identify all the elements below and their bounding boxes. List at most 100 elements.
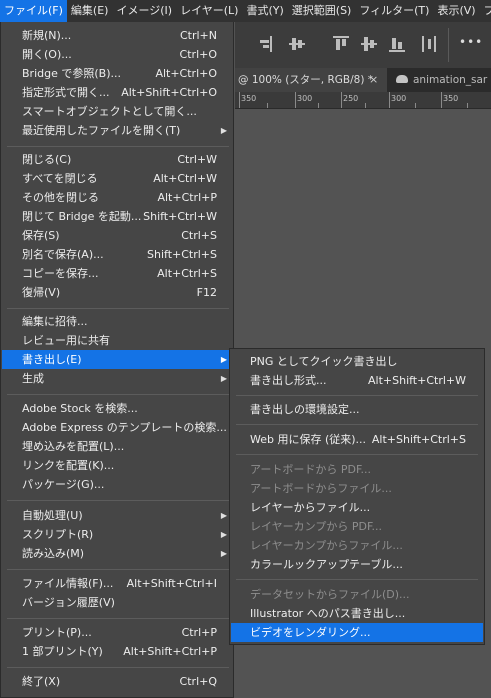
menu-plugins[interactable]: プラ: [480, 0, 491, 22]
menu-item-save-copy[interactable]: コピーを保存... Alt+Ctrl+S: [2, 264, 233, 283]
submenu-item-shortcut: Alt+Shift+Ctrl+W: [368, 374, 466, 387]
menu-item-open-smart-object[interactable]: スマートオブジェクトとして開く...: [2, 102, 233, 121]
submenu-item-label: PNG としてクイック書き出し: [250, 355, 398, 368]
menu-view[interactable]: 表示(V): [433, 0, 479, 22]
submenu-item-artboards-to-pdf: アートボードから PDF...: [231, 460, 483, 479]
document-tab-animation[interactable]: animation_sar: [391, 68, 491, 92]
menu-item-exit[interactable]: 終了(X) Ctrl+Q: [2, 672, 233, 691]
ruler-tick: [341, 92, 342, 108]
menu-item-file-info[interactable]: ファイル情報(F)... Alt+Shift+Ctrl+I: [2, 574, 233, 593]
ruler-tick: [239, 92, 240, 108]
distribute-center-icon[interactable]: [361, 36, 377, 52]
menu-item-label: ファイル情報(F)...: [22, 577, 114, 590]
submenu-item-label: レイヤーカンプから PDF...: [250, 520, 382, 533]
menu-item-label: レビュー用に共有: [22, 334, 110, 347]
options-bar: •••: [235, 22, 491, 69]
menu-layer[interactable]: レイヤー(L): [176, 0, 242, 22]
menu-item-label: スクリプト(R): [22, 528, 94, 541]
menu-item-shortcut: Alt+Shift+Ctrl+I: [126, 577, 217, 590]
menu-item-search-adobe-stock[interactable]: Adobe Stock を検索...: [2, 399, 233, 418]
menu-item-open[interactable]: 開く(O)... Ctrl+O: [2, 45, 233, 64]
submenu-item-label: レイヤーからファイル...: [250, 501, 371, 514]
menu-image[interactable]: イメージ(I): [112, 0, 176, 22]
menu-item-close-others[interactable]: その他を閉じる Alt+Ctrl+P: [2, 188, 233, 207]
submenu-item-shortcut: Alt+Shift+Ctrl+S: [371, 433, 466, 446]
menu-item-close-and-go-to-bridge[interactable]: 閉じて Bridge を起動... Shift+Ctrl+W: [2, 207, 233, 226]
menu-item-label: プリント(P)...: [22, 626, 92, 639]
submenu-item-export-preferences[interactable]: 書き出しの環境設定...: [231, 400, 483, 419]
menu-item-open-as[interactable]: 指定形式で開く... Alt+Shift+Ctrl+O: [2, 83, 233, 102]
menu-item-label: 自動処理(U): [22, 509, 83, 522]
align-right-edges-icon[interactable]: [257, 36, 273, 52]
menu-item-scripts[interactable]: スクリプト(R) ▶: [2, 525, 233, 544]
menu-item-version-history[interactable]: バージョン履歴(V): [2, 593, 233, 612]
menu-item-label: 新規(N)...: [22, 29, 72, 42]
document-tab-active[interactable]: @ 100% (スター, RGB/8) * ×: [235, 68, 387, 92]
menu-item-label: リンクを配置(K)...: [22, 459, 115, 472]
menu-item-label: 終了(X): [22, 675, 61, 688]
menu-separator: [236, 395, 478, 396]
submenu-item-color-lookup-tables[interactable]: カラールックアップテーブル...: [231, 555, 483, 574]
distribute-left-icon[interactable]: [421, 36, 437, 52]
menu-filter[interactable]: フィルター(T): [355, 0, 433, 22]
menu-item-place-linked[interactable]: リンクを配置(K)...: [2, 456, 233, 475]
menu-select[interactable]: 選択範囲(S): [288, 0, 356, 22]
ruler-tick: [365, 103, 366, 108]
menu-item-package[interactable]: パッケージ(G)...: [2, 475, 233, 494]
submenu-item-save-for-web[interactable]: Web 用に保存 (従来)... Alt+Shift+Ctrl+S: [231, 430, 483, 449]
menu-item-label: 書き出し(E): [22, 353, 82, 366]
menu-separator: [7, 394, 229, 395]
close-tab-icon[interactable]: ×: [369, 68, 378, 92]
submenu-item-layers-to-files[interactable]: レイヤーからファイル...: [231, 498, 483, 517]
menu-item-automate[interactable]: 自動処理(U) ▶: [2, 506, 233, 525]
menu-item-close-all[interactable]: すべてを閉じる Alt+Ctrl+W: [2, 169, 233, 188]
menu-item-close[interactable]: 閉じる(C) Ctrl+W: [2, 150, 233, 169]
menu-bar: ファイル(F) 編集(E) イメージ(I) レイヤー(L) 書式(Y) 選択範囲…: [0, 0, 491, 22]
menu-item-label: 生成: [22, 372, 44, 385]
menu-item-export[interactable]: 書き出し(E) ▶: [2, 350, 233, 369]
menu-item-print[interactable]: プリント(P)... Ctrl+P: [2, 623, 233, 642]
menu-item-open-recent[interactable]: 最近使用したファイルを開く(T) ▶: [2, 121, 233, 140]
menu-item-save[interactable]: 保存(S) Ctrl+S: [2, 226, 233, 245]
menu-item-save-as[interactable]: 別名で保存(A)... Shift+Ctrl+S: [2, 245, 233, 264]
distribute-bottom-icon[interactable]: [389, 36, 405, 52]
menu-item-print-one-copy[interactable]: 1 部プリント(Y) Alt+Shift+Ctrl+P: [2, 642, 233, 661]
menu-item-place-embedded[interactable]: 埋め込みを配置(L)...: [2, 437, 233, 456]
menu-file[interactable]: ファイル(F): [0, 0, 67, 22]
submenu-item-quick-export-png[interactable]: PNG としてクイック書き出し: [231, 352, 483, 371]
menu-item-search-express-templates[interactable]: Adobe Express のテンプレートの検索...: [2, 418, 233, 437]
cloud-document-icon: [396, 75, 408, 83]
distribute-top-icon[interactable]: [333, 36, 349, 52]
menu-item-revert[interactable]: 復帰(V) F12: [2, 283, 233, 302]
menu-edit[interactable]: 編集(E): [67, 0, 113, 22]
submenu-item-paths-to-illustrator[interactable]: Illustrator へのパス書き出し...: [231, 604, 483, 623]
align-vertical-centers-icon[interactable]: [289, 36, 305, 52]
menu-item-share-for-review[interactable]: レビュー用に共有: [2, 331, 233, 350]
ruler-label: 350: [241, 94, 257, 103]
submenu-item-export-as[interactable]: 書き出し形式... Alt+Shift+Ctrl+W: [231, 371, 483, 390]
more-options-button[interactable]: •••: [459, 35, 483, 49]
menu-item-invite-to-edit[interactable]: 編集に招待...: [2, 312, 233, 331]
menu-item-label: 閉じる(C): [22, 153, 72, 166]
ruler-label: 350: [443, 94, 459, 103]
menu-item-browse-bridge[interactable]: Bridge で参照(B)... Alt+Ctrl+O: [2, 64, 233, 83]
ruler-label: 250: [343, 94, 359, 103]
submenu-item-render-video[interactable]: ビデオをレンダリング...: [231, 623, 483, 642]
menu-item-new[interactable]: 新規(N)... Ctrl+N: [2, 26, 233, 45]
menu-separator: [7, 308, 229, 309]
submenu-item-artboards-to-files: アートボードからファイル...: [231, 479, 483, 498]
menu-item-import[interactable]: 読み込み(M) ▶: [2, 544, 233, 563]
menu-type[interactable]: 書式(Y): [242, 0, 287, 22]
menu-separator: [7, 569, 229, 570]
ruler-tick: [318, 103, 319, 108]
submenu-item-label: アートボードから PDF...: [250, 463, 371, 476]
ruler-tick: [389, 92, 390, 108]
menu-item-generate[interactable]: 生成 ▶: [2, 369, 233, 388]
menu-item-label: 閉じて Bridge を起動...: [22, 210, 142, 223]
submenu-arrow-icon: ▶: [220, 355, 227, 364]
menu-item-shortcut: Alt+Ctrl+O: [155, 67, 217, 80]
menu-item-label: 別名で保存(A)...: [22, 248, 104, 261]
menu-item-label: 開く(O)...: [22, 48, 72, 61]
menu-item-label: 1 部プリント(Y): [22, 645, 103, 658]
menu-separator: [236, 579, 478, 580]
